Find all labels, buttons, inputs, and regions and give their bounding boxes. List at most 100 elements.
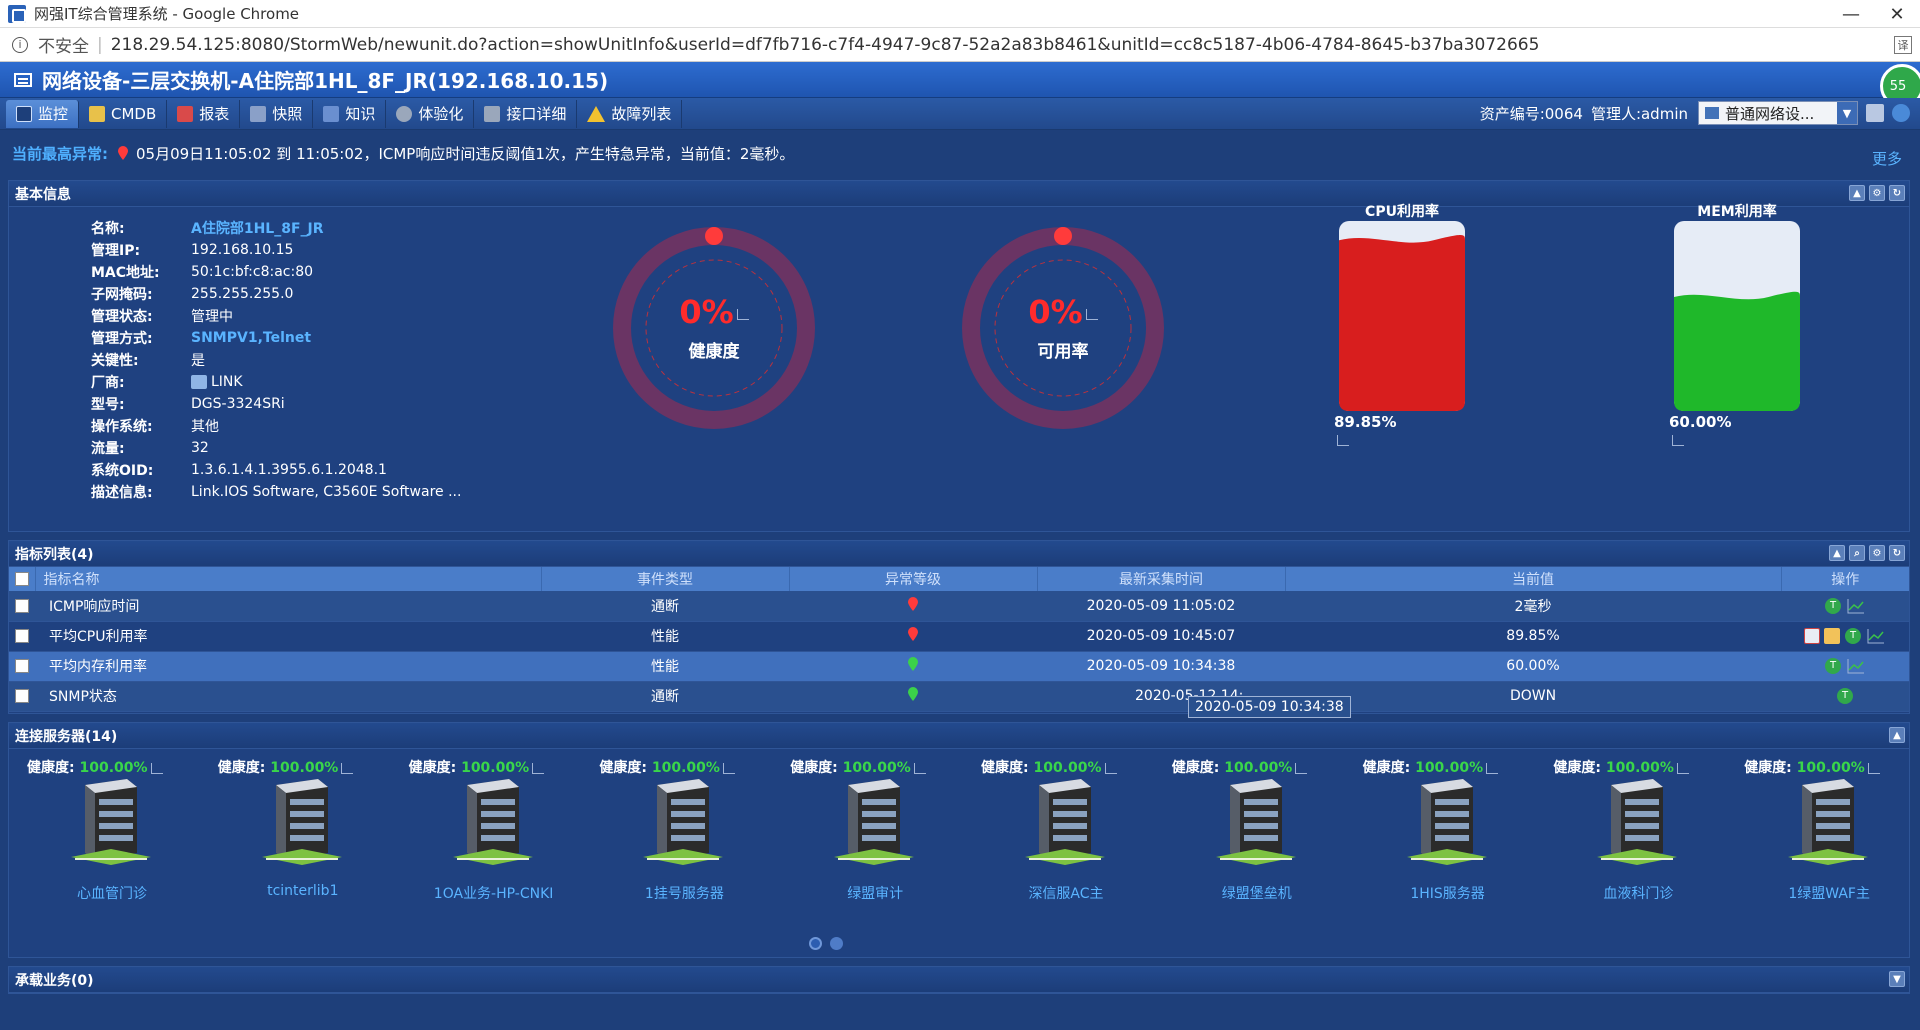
chart-icon[interactable] <box>1486 762 1499 774</box>
chart-icon[interactable] <box>1337 435 1349 446</box>
server-item[interactable]: 健康度: 100.00% 1绿盟WAF主 <box>1744 757 1920 902</box>
chart-icon[interactable] <box>1104 762 1117 774</box>
table-row[interactable]: SNMP状态 通断 2020-05-12 14: DOWN T <box>9 681 1909 712</box>
refresh-icon[interactable] <box>1892 104 1910 122</box>
threshold-icon[interactable]: T <box>1825 597 1841 614</box>
server-name[interactable]: 1OA业务-HP-CNKI <box>409 883 579 903</box>
metric-name[interactable]: 平均内存利用率 <box>35 651 541 682</box>
tab-interface-detail[interactable]: 接口详细 <box>474 99 578 128</box>
chart-icon[interactable] <box>532 762 545 774</box>
chevron-down-icon[interactable]: ▼ <box>1837 102 1857 124</box>
server-item[interactable]: 健康度: 100.00% 1挂号服务器 <box>599 757 789 902</box>
chart-icon[interactable] <box>1085 308 1098 320</box>
server-icon[interactable] <box>1215 779 1296 869</box>
more-link[interactable]: 更多 <box>1872 148 1902 169</box>
expand-icon[interactable]: ▼ <box>1889 971 1905 987</box>
server-name[interactable]: 绿盟堡垒机 <box>1172 883 1342 903</box>
tab-experience[interactable]: 体验化 <box>386 99 475 128</box>
url-text[interactable]: 218.29.54.125:8080/StormWeb/newunit.do?a… <box>111 35 1540 55</box>
server-icon[interactable] <box>71 779 151 869</box>
edit-chart-icon[interactable] <box>1824 628 1840 644</box>
chart-icon[interactable] <box>1867 762 1880 774</box>
info-value[interactable]: SNMPV1,Telnet <box>191 330 311 346</box>
server-icon[interactable] <box>643 779 724 869</box>
server-icon[interactable] <box>1406 779 1487 869</box>
security-label[interactable]: 不安全 <box>38 32 89 57</box>
server-item[interactable]: 健康度: 100.00% 绿盟审计 <box>790 757 980 902</box>
chart-icon[interactable] <box>1672 435 1684 446</box>
search-icon[interactable]: ⌕ <box>1849 545 1865 561</box>
tab-cmdb[interactable]: CMDB <box>79 99 168 128</box>
chart-icon[interactable] <box>150 762 163 774</box>
tab-monitor[interactable]: 监控 <box>6 99 80 128</box>
server-name[interactable]: 深信服AC主 <box>981 883 1151 903</box>
address-bar[interactable]: i 不安全 | 218.29.54.125:8080/StormWeb/newu… <box>0 28 1920 62</box>
server-item[interactable]: 健康度: 100.00% 深信服AC主 <box>981 757 1171 902</box>
process-chart-icon[interactable] <box>1804 628 1820 644</box>
tab-snapshot[interactable]: 快照 <box>240 99 314 128</box>
server-icon[interactable] <box>452 779 533 869</box>
table-row[interactable]: ICMP响应时间 通断 2020-05-09 11:05:02 2毫秒 T <box>9 591 1909 622</box>
metric-name[interactable]: ICMP响应时间 <box>35 591 541 622</box>
chart-icon[interactable] <box>341 762 354 774</box>
collapse-icon[interactable]: ▲ <box>1849 185 1865 201</box>
chart-icon[interactable] <box>722 762 735 774</box>
server-name[interactable]: 心血管门诊 <box>27 883 197 903</box>
refresh-icon[interactable]: ↻ <box>1889 545 1905 561</box>
table-row[interactable]: 平均CPU利用率 性能 2020-05-09 10:45:07 89.85% T <box>9 621 1909 652</box>
row-checkbox[interactable] <box>15 629 29 643</box>
server-name[interactable]: 1HIS服务器 <box>1363 883 1533 903</box>
server-icon[interactable] <box>1597 779 1678 869</box>
server-icon[interactable] <box>834 779 915 869</box>
trend-chart-icon[interactable] <box>1867 628 1885 644</box>
chart-icon[interactable] <box>1295 762 1308 774</box>
col-level[interactable]: 异常等级 <box>789 567 1038 591</box>
settings-icon[interactable]: ⚙ <box>1869 185 1885 201</box>
server-icon[interactable] <box>261 779 342 869</box>
server-item[interactable]: 健康度: 100.00% 心血管门诊 <box>27 757 217 902</box>
server-item[interactable]: 健康度: 100.00% 1HIS服务器 <box>1363 757 1553 902</box>
server-item[interactable]: 健康度: 100.00% tcinterlib1 <box>218 757 408 899</box>
refresh-icon[interactable]: ↻ <box>1889 185 1905 201</box>
threshold-icon[interactable]: T <box>1845 628 1861 644</box>
col-value[interactable]: 当前值 <box>1285 567 1782 591</box>
tab-fault-list[interactable]: 故障列表 <box>577 99 683 128</box>
pager-dot-2[interactable] <box>830 937 843 950</box>
metric-name[interactable]: 平均CPU利用率 <box>35 621 541 652</box>
server-item[interactable]: 健康度: 100.00% 绿盟堡垒机 <box>1172 757 1362 902</box>
metric-name[interactable]: SNMP状态 <box>35 681 541 712</box>
collapse-icon[interactable]: ▲ <box>1889 727 1905 743</box>
close-button[interactable]: ✕ <box>1874 0 1920 28</box>
server-item[interactable]: 健康度: 100.00% 血液科门诊 <box>1553 757 1743 902</box>
device-type-select[interactable]: 普通网络设... ▼ <box>1698 101 1858 125</box>
pager-dot-1[interactable] <box>809 937 822 950</box>
server-name[interactable]: 绿盟审计 <box>790 883 960 903</box>
row-checkbox[interactable] <box>15 689 29 703</box>
trend-chart-icon[interactable] <box>1847 598 1865 614</box>
trend-chart-icon[interactable] <box>1847 658 1865 674</box>
chart-icon[interactable] <box>913 762 926 774</box>
col-name[interactable]: 指标名称 <box>35 567 542 591</box>
minimize-button[interactable]: — <box>1828 0 1874 28</box>
info-icon[interactable]: i <box>12 36 28 53</box>
server-icon[interactable] <box>1025 779 1105 869</box>
select-all-checkbox[interactable] <box>14 572 29 586</box>
row-checkbox[interactable] <box>15 659 29 673</box>
document-icon[interactable] <box>1866 104 1884 122</box>
threshold-icon[interactable]: T <box>1825 658 1841 674</box>
chart-icon[interactable] <box>736 308 749 320</box>
server-item[interactable]: 健康度: 100.00% 1OA业务-HP-CNKI <box>409 757 599 902</box>
chart-icon[interactable] <box>1676 762 1689 774</box>
tab-knowledge[interactable]: 知识 <box>313 99 387 128</box>
settings-icon[interactable]: ⚙ <box>1869 545 1885 561</box>
server-name[interactable]: 1挂号服务器 <box>599 883 769 903</box>
server-icon[interactable] <box>1788 779 1869 869</box>
info-value[interactable]: A住院部1HL_8F_JR <box>191 218 324 238</box>
row-checkbox[interactable] <box>15 598 29 613</box>
collapse-icon[interactable]: ▲ <box>1829 545 1845 561</box>
server-name[interactable]: 血液科门诊 <box>1553 883 1723 903</box>
table-row[interactable]: 平均内存利用率 性能 2020-05-09 10:34:38 60.00% T <box>9 651 1909 682</box>
col-time[interactable]: 最新采集时间 <box>1037 567 1286 591</box>
threshold-icon[interactable]: T <box>1837 688 1853 704</box>
server-name[interactable]: 1绿盟WAF主 <box>1744 883 1914 903</box>
